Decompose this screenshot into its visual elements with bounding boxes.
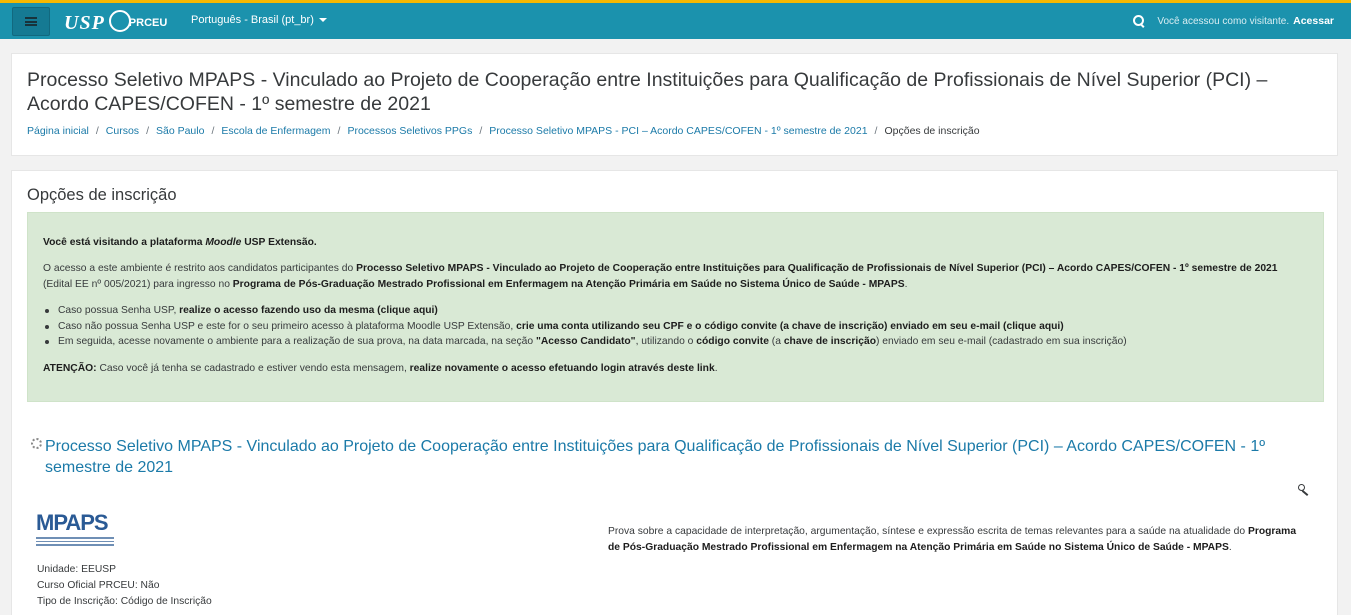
site-logo[interactable]: USP PRCEU: [64, 10, 167, 35]
usp-login-link[interactable]: realize o acesso fazendo uso da mesma (c…: [179, 305, 438, 316]
hamburger-icon: [25, 17, 37, 26]
caret-down-icon: [318, 18, 327, 23]
logo-usp-text: USP: [64, 11, 105, 34]
course-logo: MPAPS: [36, 511, 114, 549]
breadcrumb-current: Opções de inscrição: [884, 125, 980, 137]
course-meta: Unidade: EEUSP Curso Oficial PRCEU: Não …: [37, 562, 212, 610]
attention-paragraph: ATENÇÃO: Caso você já tenha se cadastrad…: [43, 362, 718, 374]
notice-intro: Você está visitando a plataforma Moodle …: [43, 237, 317, 248]
main-content: Opções de inscrição Você está visitando …: [11, 170, 1338, 615]
instruction-list: Caso possua Senha USP, realize o acesso …: [43, 303, 1308, 350]
relogin-link[interactable]: realize novamente o acesso efetuando log…: [410, 363, 715, 374]
course-icon: [31, 438, 42, 449]
notice-box: Você está visitando a plataforma Moodle …: [27, 212, 1324, 402]
course-title-text: Processo Seletivo MPAPS - Vinculado ao P…: [45, 438, 1266, 476]
breadcrumb-separator: /: [146, 125, 149, 137]
create-account-link[interactable]: crie uma conta utilizando seu CPF e o có…: [516, 321, 1064, 332]
section-title: Opções de inscrição: [27, 186, 177, 204]
list-item: Caso possua Senha USP, realize o acesso …: [43, 303, 1308, 319]
breadcrumb-processos-seletivos[interactable]: Processos Seletivos PPGs: [347, 125, 472, 137]
language-label: Português - Brasil (pt_br): [191, 14, 314, 26]
breadcrumb-separator: /: [95, 125, 99, 137]
breadcrumb-cursos[interactable]: Cursos: [106, 125, 139, 137]
top-navbar: USP PRCEU Português - Brasil (pt_br) Voc…: [0, 0, 1351, 39]
notice-paragraph: O acesso a este ambiente é restrito aos …: [43, 263, 1278, 290]
course-logo-lines: [36, 537, 114, 546]
page-header: Processo Seletivo MPAPS - Vinculado ao P…: [11, 53, 1338, 156]
enrolment-key-icon[interactable]: [1298, 484, 1312, 496]
breadcrumb-escola-enfermagem[interactable]: Escola de Enfermagem: [221, 125, 330, 137]
breadcrumb-home[interactable]: Página inicial: [27, 125, 89, 137]
visitor-text: Você acessou como visitante.: [1157, 15, 1290, 27]
list-item: Em seguida, acesse novamente o ambiente …: [43, 334, 1308, 350]
menu-toggle-button[interactable]: [12, 7, 50, 36]
breadcrumb-separator: /: [211, 125, 215, 137]
page-title: Processo Seletivo MPAPS - Vinculado ao P…: [27, 69, 1268, 115]
breadcrumb: Página inicial / Cursos / São Paulo / Escol…: [27, 125, 980, 137]
meta-tipo-inscricao: Tipo de Inscrição: Código de Inscrição: [37, 596, 212, 607]
breadcrumb-separator: /: [337, 125, 341, 137]
course-summary: Prova sobre a capacidade de interpretaçã…: [608, 526, 1297, 553]
list-item: Caso não possua Senha USP e este for o s…: [43, 319, 1308, 335]
login-link[interactable]: Acessar: [1293, 15, 1334, 27]
course-title-link[interactable]: Processo Seletivo MPAPS - Vinculado ao P…: [31, 436, 1315, 478]
meta-curso-oficial: Curso Oficial PRCEU: Não: [37, 580, 160, 591]
meta-unidade: Unidade: EEUSP: [37, 564, 116, 575]
breadcrumb-separator: /: [479, 125, 483, 137]
breadcrumb-separator: /: [874, 125, 878, 137]
language-selector[interactable]: Português - Brasil (pt_br): [191, 14, 327, 26]
breadcrumb-sao-paulo[interactable]: São Paulo: [156, 125, 204, 137]
user-area: Você acessou como visitante. Acessar: [1133, 15, 1334, 27]
breadcrumb-course[interactable]: Processo Seletivo MPAPS - PCI – Acordo C…: [489, 125, 867, 137]
logo-prceu-text: PRCEU: [108, 10, 167, 32]
search-icon[interactable]: [1133, 15, 1145, 27]
course-logo-text: MPAPS: [36, 510, 109, 535]
